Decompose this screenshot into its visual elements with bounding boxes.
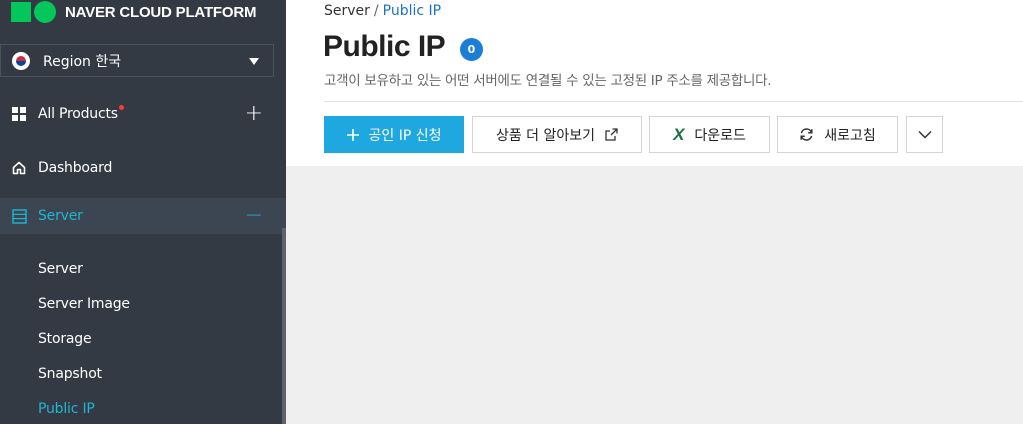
region-selector[interactable]: Region 한국 (0, 44, 274, 77)
nav-dashboard[interactable]: Dashboard (0, 150, 286, 186)
sidebar-item-storage[interactable]: Storage (38, 331, 92, 347)
refresh-label: 새로고침 (824, 127, 876, 144)
excel-icon: X (673, 124, 685, 144)
sidebar: NAVER CLOUD PLATFORM Region 한국 All Produ… (0, 0, 286, 424)
sidebar-item-server[interactable]: Server (38, 261, 83, 277)
more-options-button[interactable] (906, 116, 943, 153)
sidebar-item-server-image[interactable]: Server Image (38, 296, 130, 312)
brand-name: NAVER CLOUD PLATFORM (65, 3, 257, 21)
download-label: 다운로드 (694, 127, 746, 144)
server-icon (11, 208, 27, 224)
count-badge: 0 (460, 38, 483, 61)
home-icon (11, 160, 27, 176)
grid-icon (11, 106, 27, 122)
korea-flag-icon (12, 51, 30, 70)
breadcrumb: Server / Public IP (324, 3, 441, 19)
region-label: Region 한국 (43, 53, 122, 70)
sidebar-item-snapshot[interactable]: Snapshot (38, 366, 102, 382)
caret-down-icon (249, 58, 259, 65)
logo-square-mark (11, 2, 31, 22)
content-area (286, 166, 1023, 424)
create-public-ip-button[interactable]: 공인 IP 신청 (324, 116, 464, 153)
collapse-minus-icon[interactable]: − (245, 205, 263, 227)
page-header: Server / Public IP Public IP 0 고객이 보유하고 있는… (286, 0, 1023, 166)
plus-icon (346, 128, 359, 141)
learn-more-label: 상품 더 알아보기 (495, 127, 596, 144)
nav-all-products[interactable]: All Products + (0, 96, 286, 132)
nav-dashboard-label: Dashboard (38, 160, 113, 176)
expand-plus-icon[interactable]: + (245, 103, 263, 125)
download-button[interactable]: X 다운로드 (649, 116, 770, 153)
nav-all-products-label: All Products (38, 106, 118, 122)
external-link-icon (605, 128, 618, 141)
brand-logo[interactable]: NAVER CLOUD PLATFORM (11, 1, 256, 23)
page-title: Public IP (323, 30, 446, 63)
create-public-ip-label: 공인 IP 신청 (368, 127, 442, 144)
breadcrumb-separator: / (373, 3, 379, 19)
page-description: 고객이 보유하고 있는 어떤 서버에도 연결될 수 있는 고정된 IP 주소를 … (324, 73, 772, 89)
sidebar-item-public-ip[interactable]: Public IP (38, 401, 95, 417)
nav-server[interactable]: Server − (0, 198, 286, 234)
refresh-button[interactable]: 새로고침 (777, 116, 898, 153)
logo-circle-mark (34, 1, 56, 23)
breadcrumb-current[interactable]: Public IP (383, 3, 441, 19)
learn-more-button[interactable]: 상품 더 알아보기 (472, 116, 642, 153)
nav-server-label: Server (38, 208, 83, 224)
chevron-down-icon (917, 127, 932, 143)
breadcrumb-parent[interactable]: Server (324, 3, 370, 19)
notification-dot (119, 105, 124, 110)
refresh-icon (799, 127, 814, 142)
header-divider (324, 101, 1023, 102)
